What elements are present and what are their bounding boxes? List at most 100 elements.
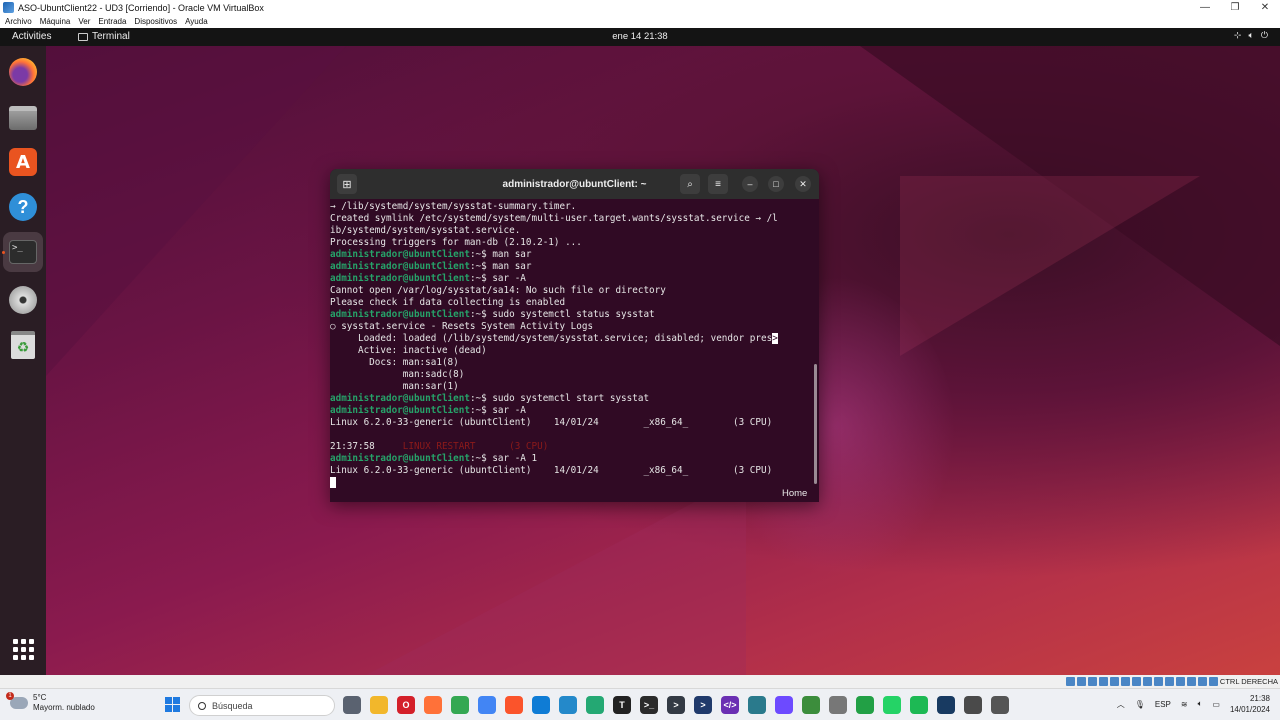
- proton-icon[interactable]: [775, 696, 793, 714]
- disc-icon: [9, 286, 37, 314]
- virtualbox-vm-icon[interactable]: [964, 696, 982, 714]
- dock-files[interactable]: [7, 102, 39, 134]
- virtualbox-icon[interactable]: [937, 696, 955, 714]
- powershell-icon[interactable]: >: [667, 696, 685, 714]
- file-explorer-icon[interactable]: [370, 696, 388, 714]
- prompt-user-host: administrador@ubuntClient: [330, 405, 470, 416]
- output-text: ib/systemd/system/sysstat.service.: [330, 225, 521, 236]
- terminal-line: Docs: man:sa1(8): [330, 357, 814, 369]
- terminal-line: ib/systemd/system/sysstat.service.: [330, 225, 814, 237]
- menu-ver[interactable]: Ver: [78, 17, 90, 26]
- home-folder-label[interactable]: Home: [782, 488, 807, 499]
- weather-widget[interactable]: 1 5°C Mayorm. nublado: [6, 692, 95, 713]
- vscode-insiders-icon[interactable]: [586, 696, 604, 714]
- command-text: :~$ man sar: [469, 261, 532, 272]
- terminal-line: man:sadc(8): [330, 369, 814, 381]
- terminal-icon[interactable]: >_: [640, 696, 658, 714]
- dock-firefox[interactable]: [7, 56, 39, 88]
- app-grid-icon: [12, 638, 34, 660]
- network-app-icon[interactable]: [991, 696, 1009, 714]
- whatsapp-icon[interactable]: [883, 696, 901, 714]
- virtualbox-icon: [3, 2, 14, 13]
- puzzle-icon[interactable]: [829, 696, 847, 714]
- dock-terminal[interactable]: >_: [3, 232, 43, 272]
- output-text: Loaded: loaded (/lib/systemd/system/syss…: [330, 333, 773, 344]
- terminal-window[interactable]: ⊞ administrador@ubuntClient: ~ ⌕ ≡ – □ ✕…: [330, 169, 819, 502]
- minimize-window-button[interactable]: –: [742, 176, 758, 192]
- vbox-titlebar: ASO-UbuntClient22 - UD3 [Corriendo] - Or…: [0, 0, 1280, 15]
- terminal-line: Loaded: loaded (/lib/systemd/system/syss…: [330, 333, 814, 345]
- wifi-icon: ≋: [1180, 699, 1188, 709]
- terminal-icon: >_: [9, 240, 37, 264]
- menu-ayuda[interactable]: Ayuda: [185, 17, 208, 26]
- terminal-line: Linux 6.2.0-33-generic (ubuntClient) 14/…: [330, 465, 814, 477]
- terminal-line: Created symlink /etc/systemd/system/mult…: [330, 213, 814, 225]
- speaker-icon: 🔈︎: [1197, 699, 1203, 708]
- device-status-icons[interactable]: [1066, 677, 1218, 686]
- firefox-icon[interactable]: [424, 696, 442, 714]
- chrome-icon[interactable]: [451, 696, 469, 714]
- output-text: ○ sysstat.service - Resets System Activi…: [330, 321, 594, 332]
- opera-icon[interactable]: O: [397, 696, 415, 714]
- menu-archivo[interactable]: Archivo: [5, 17, 32, 26]
- powershell-core-icon[interactable]: >: [694, 696, 712, 714]
- terminal-headerbar[interactable]: ⊞ administrador@ubuntClient: ~ ⌕ ≡ – □ ✕: [330, 169, 819, 199]
- power-icon: ⏻: [1260, 30, 1268, 40]
- maximize-button[interactable]: ❐: [1220, 2, 1250, 13]
- typora-icon[interactable]: T: [613, 696, 631, 714]
- language-indicator[interactable]: ESP: [1155, 700, 1171, 709]
- show-apps-button[interactable]: [7, 633, 39, 665]
- edge-icon[interactable]: [532, 696, 550, 714]
- menu-entrada[interactable]: Entrada: [98, 17, 126, 26]
- search-button[interactable]: ⌕: [680, 174, 700, 194]
- search-icon: ⌕: [687, 178, 693, 190]
- menu-button[interactable]: ≡: [708, 174, 728, 194]
- dock: A ? >_ ♻: [0, 46, 46, 675]
- search-input[interactable]: Búsqueda: [189, 695, 335, 716]
- dock-trash[interactable]: ♻: [7, 329, 39, 361]
- terminal-line: man:sar(1): [330, 381, 814, 393]
- dock-app-store[interactable]: A: [7, 146, 39, 178]
- chrome-profile-icon[interactable]: [478, 696, 496, 714]
- dock-help[interactable]: ?: [7, 191, 39, 223]
- minimize-button[interactable]: —: [1190, 2, 1220, 13]
- search-placeholder: Búsqueda: [212, 700, 253, 711]
- terminal-line: administrador@ubuntClient:~$ man sar: [330, 249, 814, 261]
- close-window-button[interactable]: ✕: [795, 176, 811, 192]
- paws-icon[interactable]: [748, 696, 766, 714]
- chat-icon[interactable]: [856, 696, 874, 714]
- task-view-icon[interactable]: [343, 696, 361, 714]
- start-button[interactable]: [165, 697, 180, 712]
- plant-icon[interactable]: [802, 696, 820, 714]
- menu-dispositivos[interactable]: Dispositivos: [134, 17, 177, 26]
- terminal-output[interactable]: → /lib/systemd/system/sysstat-summary.ti…: [330, 201, 814, 502]
- output-text: Created symlink /etc/systemd/system/mult…: [330, 213, 778, 224]
- prompt-user-host: administrador@ubuntClient: [330, 393, 470, 404]
- command-text: :~$ sudo systemctl start sysstat: [469, 393, 650, 404]
- clock[interactable]: ene 14 21:38: [0, 31, 1280, 42]
- terminal-line: Active: inactive (dead): [330, 345, 814, 357]
- notification-area[interactable]: ︿ 🎙︎ ESP ≋ 🔈︎ ▭ 21:38 14/01/2024: [1117, 693, 1270, 715]
- dock-disc[interactable]: [7, 284, 39, 316]
- terminal-line: [330, 429, 814, 441]
- cloud-icon: 1: [6, 692, 28, 709]
- terminal-line: administrador@ubuntClient:~$ sudo system…: [330, 393, 814, 405]
- dev-tools-icon[interactable]: </>: [721, 696, 739, 714]
- terminal-scrollbar[interactable]: [814, 364, 817, 484]
- vscode-icon[interactable]: [559, 696, 577, 714]
- terminal-line: administrador@ubuntClient:~$ sar -A: [330, 273, 814, 285]
- new-tab-button[interactable]: ⊞: [337, 174, 357, 194]
- system-tray[interactable]: ⊹ 🔈︎ ⏻: [1234, 30, 1268, 41]
- menu-maquina[interactable]: Máquina: [40, 17, 71, 26]
- output-text: → /lib/systemd/system/sysstat-summary.ti…: [330, 201, 577, 212]
- maximize-window-button[interactable]: □: [768, 176, 784, 192]
- taskbar-clock[interactable]: 21:38 14/01/2024: [1230, 693, 1270, 715]
- prompt-user-host: administrador@ubuntClient: [330, 273, 470, 284]
- spotify-icon[interactable]: [910, 696, 928, 714]
- close-button[interactable]: ✕: [1250, 2, 1280, 13]
- chevron-up-icon[interactable]: ︿: [1117, 699, 1125, 710]
- terminal-line: Please check if data collecting is enabl…: [330, 297, 814, 309]
- firefox-icon: [9, 58, 37, 86]
- brave-icon[interactable]: [505, 696, 523, 714]
